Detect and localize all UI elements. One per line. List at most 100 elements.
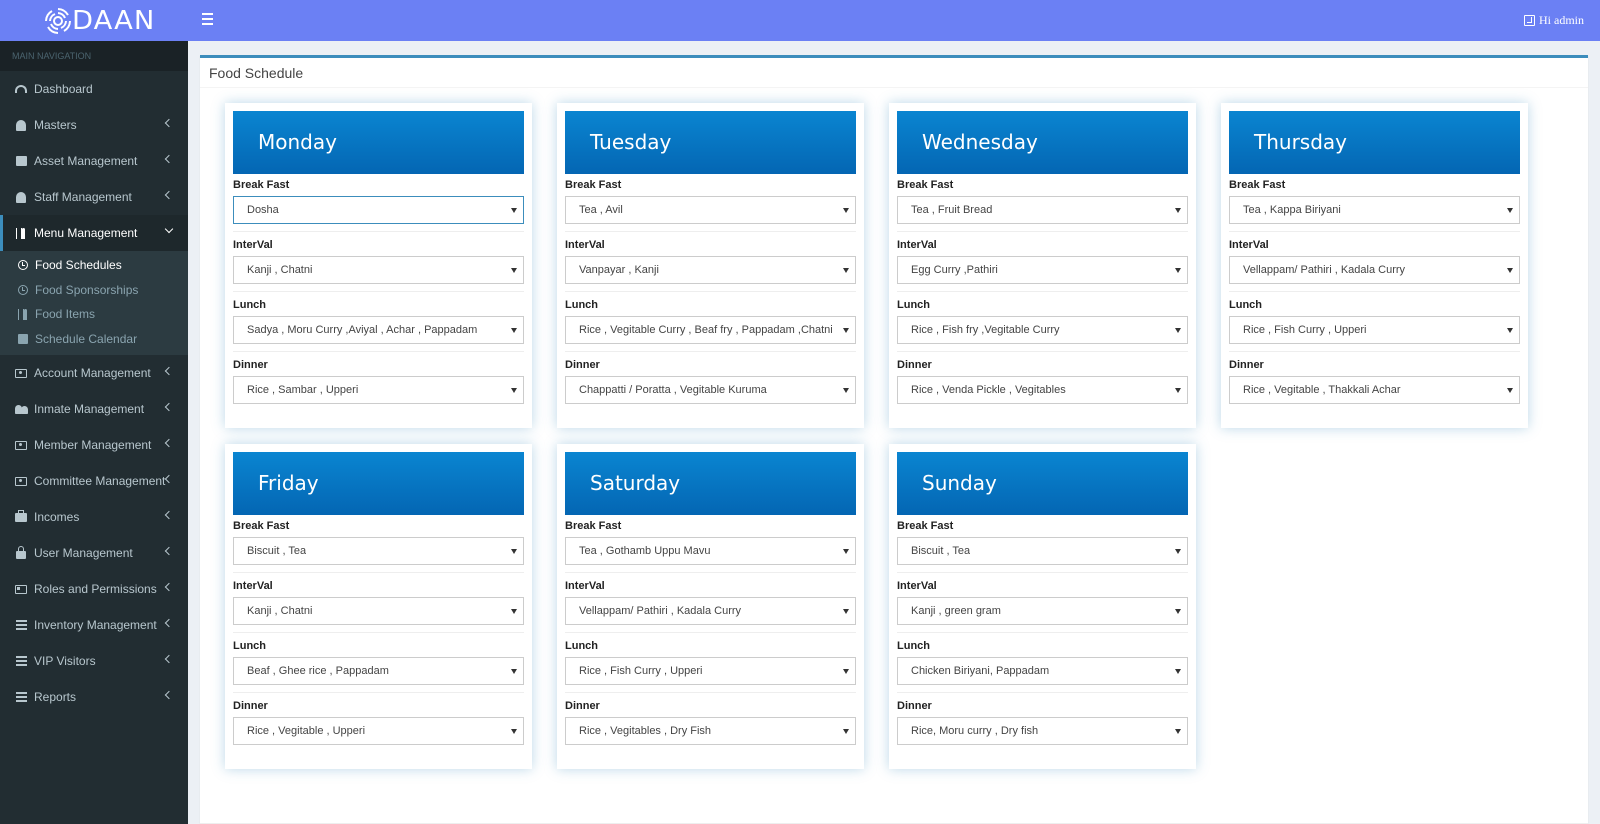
friday-lunch-select[interactable]: Beaf , Ghee rice , Pappadam xyxy=(233,657,524,685)
sidebar-subitem-food-schedules[interactable]: Food Schedules xyxy=(0,253,188,278)
wednesday-dinner-select[interactable]: Rice , Venda Pickle , Vegitables xyxy=(897,376,1188,404)
meal-field-lunch: Lunch Beaf , Ghee rice , Pappadam xyxy=(233,632,524,685)
sunday-lunch-select[interactable]: Chicken Biriyani, Pappadam xyxy=(897,657,1188,685)
sidebar-item-staff-management[interactable]: Staff Management xyxy=(0,179,188,215)
cutlery-icon xyxy=(15,227,27,239)
sidebar-item-account-management[interactable]: Account Management xyxy=(0,355,188,391)
sidebar-item-dashboard[interactable]: Dashboard xyxy=(0,71,188,107)
day-title: Saturday xyxy=(565,452,856,515)
thursday-breakfast-select[interactable]: Tea , Kappa Biriyani xyxy=(1229,196,1520,224)
user-greeting: Hi admin xyxy=(1539,13,1584,27)
sidebar-item-inmate-management[interactable]: Inmate Management xyxy=(0,391,188,427)
chevron-down-icon xyxy=(164,224,174,234)
brand-logo[interactable]: DAAN xyxy=(44,6,156,36)
tuesday-interval-select[interactable]: Vanpayar , Kanji xyxy=(565,256,856,284)
monday-interval-select[interactable]: Kanji , Chatni xyxy=(233,256,524,284)
monday-dinner-select[interactable]: Rice , Sambar , Upperi xyxy=(233,376,524,404)
thursday-interval-select[interactable]: Vellappam/ Pathiri , Kadala Curry xyxy=(1229,256,1520,284)
sunday-breakfast-select[interactable]: Biscuit , Tea xyxy=(897,537,1188,565)
meal-label: Lunch xyxy=(897,299,930,311)
selected-value: Chappatti / Poratta , Vegitable Kuruma xyxy=(579,384,767,396)
day-card-tuesday: Tuesday Break Fast Tea , Avil InterVal Vanpa… xyxy=(557,103,864,428)
meal-field-breakfast: Break Fast Dosha xyxy=(233,174,524,224)
caret-down-icon xyxy=(511,609,517,614)
saturday-breakfast-select[interactable]: Tea , Gothamb Uppu Mavu xyxy=(565,537,856,565)
day-card-wednesday: Wednesday Break Fast Tea , Fruit Bread Inte… xyxy=(889,103,1196,428)
thursday-lunch-select[interactable]: Rice , Fish Curry , Upperi xyxy=(1229,316,1520,344)
caret-down-icon xyxy=(1175,328,1181,333)
sidebar-item-label: VIP Visitors xyxy=(34,654,96,668)
sidebar-subitem-food-sponsorships[interactable]: Food Sponsorships xyxy=(0,278,188,303)
sidebar-item-member-management[interactable]: Member Management xyxy=(0,427,188,463)
wednesday-lunch-select[interactable]: Rice , Fish fry ,Vegitable Curry xyxy=(897,316,1188,344)
sidebar-item-user-management[interactable]: User Management xyxy=(0,535,188,571)
meal-field-dinner: Dinner Rice , Sambar , Upperi xyxy=(233,351,524,404)
selected-value: Egg Curry ,Pathiri xyxy=(911,264,998,276)
caret-down-icon xyxy=(843,669,849,674)
monday-breakfast-select[interactable]: Dosha xyxy=(233,196,524,224)
meal-label: Dinner xyxy=(565,359,600,371)
sidebar-item-roles-and-permissions[interactable]: Roles and Permissions xyxy=(0,571,188,607)
chevron-left-icon xyxy=(164,582,174,592)
day-title: Wednesday xyxy=(897,111,1188,174)
day-card-friday: Friday Break Fast Biscuit , Tea InterVal Kan… xyxy=(225,444,532,769)
sunday-dinner-select[interactable]: Rice, Moru curry , Dry fish xyxy=(897,717,1188,745)
saturday-lunch-select[interactable]: Rice , Fish Curry , Upperi xyxy=(565,657,856,685)
tuesday-breakfast-select[interactable]: Tea , Avil xyxy=(565,196,856,224)
sidebar-item-label: Dashboard xyxy=(34,82,93,96)
friday-breakfast-select[interactable]: Biscuit , Tea xyxy=(233,537,524,565)
sidebar-toggle-button[interactable] xyxy=(202,13,218,27)
chevron-left-icon xyxy=(164,438,174,448)
meal-label: Break Fast xyxy=(897,179,954,191)
chevron-left-icon xyxy=(164,510,174,520)
user-menu[interactable]: Hi admin xyxy=(1524,13,1584,28)
menu-management-submenu: Food Schedules Food Sponsorships Food It… xyxy=(0,251,188,355)
brand-name: DAAN xyxy=(72,6,156,36)
thursday-dinner-select[interactable]: Rice , Vegitable , Thakkali Achar xyxy=(1229,376,1520,404)
sidebar-item-vip-visitors[interactable]: VIP Visitors xyxy=(0,643,188,679)
meal-field-lunch: Lunch Rice , Fish Curry , Upperi xyxy=(565,632,856,685)
saturday-dinner-select[interactable]: Rice , Vegitables , Dry Fish xyxy=(565,717,856,745)
sidebar-item-masters[interactable]: Masters xyxy=(0,107,188,143)
sidebar-subitem-schedule-calendar[interactable]: Schedule Calendar xyxy=(0,327,188,352)
selected-value: Sadya , Moru Curry ,Aviyal , Achar , Pap… xyxy=(247,324,478,336)
meal-field-dinner: Dinner Rice , Vegitable , Thakkali Achar xyxy=(1229,351,1520,404)
saturday-interval-select[interactable]: Vellappam/ Pathiri , Kadala Curry xyxy=(565,597,856,625)
sidebar-item-menu-management[interactable]: Menu Management xyxy=(0,215,188,251)
meal-label: Break Fast xyxy=(565,520,622,532)
caret-down-icon xyxy=(1507,208,1513,213)
sunday-interval-select[interactable]: Kanji , green gram xyxy=(897,597,1188,625)
selected-value: Rice, Moru curry , Dry fish xyxy=(911,725,1039,737)
monday-lunch-select[interactable]: Sadya , Moru Curry ,Aviyal , Achar , Pap… xyxy=(233,316,524,344)
day-title: Sunday xyxy=(897,452,1188,515)
chevron-left-icon xyxy=(164,190,174,200)
sidebar-item-incomes[interactable]: Incomes xyxy=(0,499,188,535)
sidebar-item-committee-management[interactable]: Committee Management xyxy=(0,463,188,499)
wednesday-interval-select[interactable]: Egg Curry ,Pathiri xyxy=(897,256,1188,284)
friday-interval-select[interactable]: Kanji , Chatni xyxy=(233,597,524,625)
day-card-saturday: Saturday Break Fast Tea , Gothamb Uppu Mav… xyxy=(557,444,864,769)
caret-down-icon xyxy=(1175,609,1181,614)
list-icon xyxy=(15,691,27,703)
tuesday-lunch-select[interactable]: Rice , Vegitable Curry , Beaf fry , Papp… xyxy=(565,316,856,344)
selected-value: Rice , Fish fry ,Vegitable Curry xyxy=(911,324,1060,336)
sidebar-subitem-food-items[interactable]: Food Items xyxy=(0,302,188,327)
sidebar-item-inventory-management[interactable]: Inventory Management xyxy=(0,607,188,643)
meal-field-interval: InterVal Kanji , green gram xyxy=(897,572,1188,625)
calendar-check-icon xyxy=(1524,15,1535,26)
tuesday-dinner-select[interactable]: Chappatti / Poratta , Vegitable Kuruma xyxy=(565,376,856,404)
wednesday-breakfast-select[interactable]: Tea , Fruit Bread xyxy=(897,196,1188,224)
caret-down-icon xyxy=(1507,268,1513,273)
caret-down-icon xyxy=(1175,388,1181,393)
briefcase-icon xyxy=(15,509,27,523)
selected-value: Rice , Sambar , Upperi xyxy=(247,384,359,396)
friday-dinner-select[interactable]: Rice , Vegitable , Upperi xyxy=(233,717,524,745)
meal-label: Dinner xyxy=(897,700,932,712)
meal-label: InterVal xyxy=(233,239,273,251)
caret-down-icon xyxy=(511,669,517,674)
caret-down-icon xyxy=(1175,208,1181,213)
selected-value: Tea , Avil xyxy=(579,204,623,216)
sidebar-item-label: Staff Management xyxy=(34,190,132,204)
sidebar-item-asset-management[interactable]: Asset Management xyxy=(0,143,188,179)
sidebar-item-reports[interactable]: Reports xyxy=(0,679,188,715)
